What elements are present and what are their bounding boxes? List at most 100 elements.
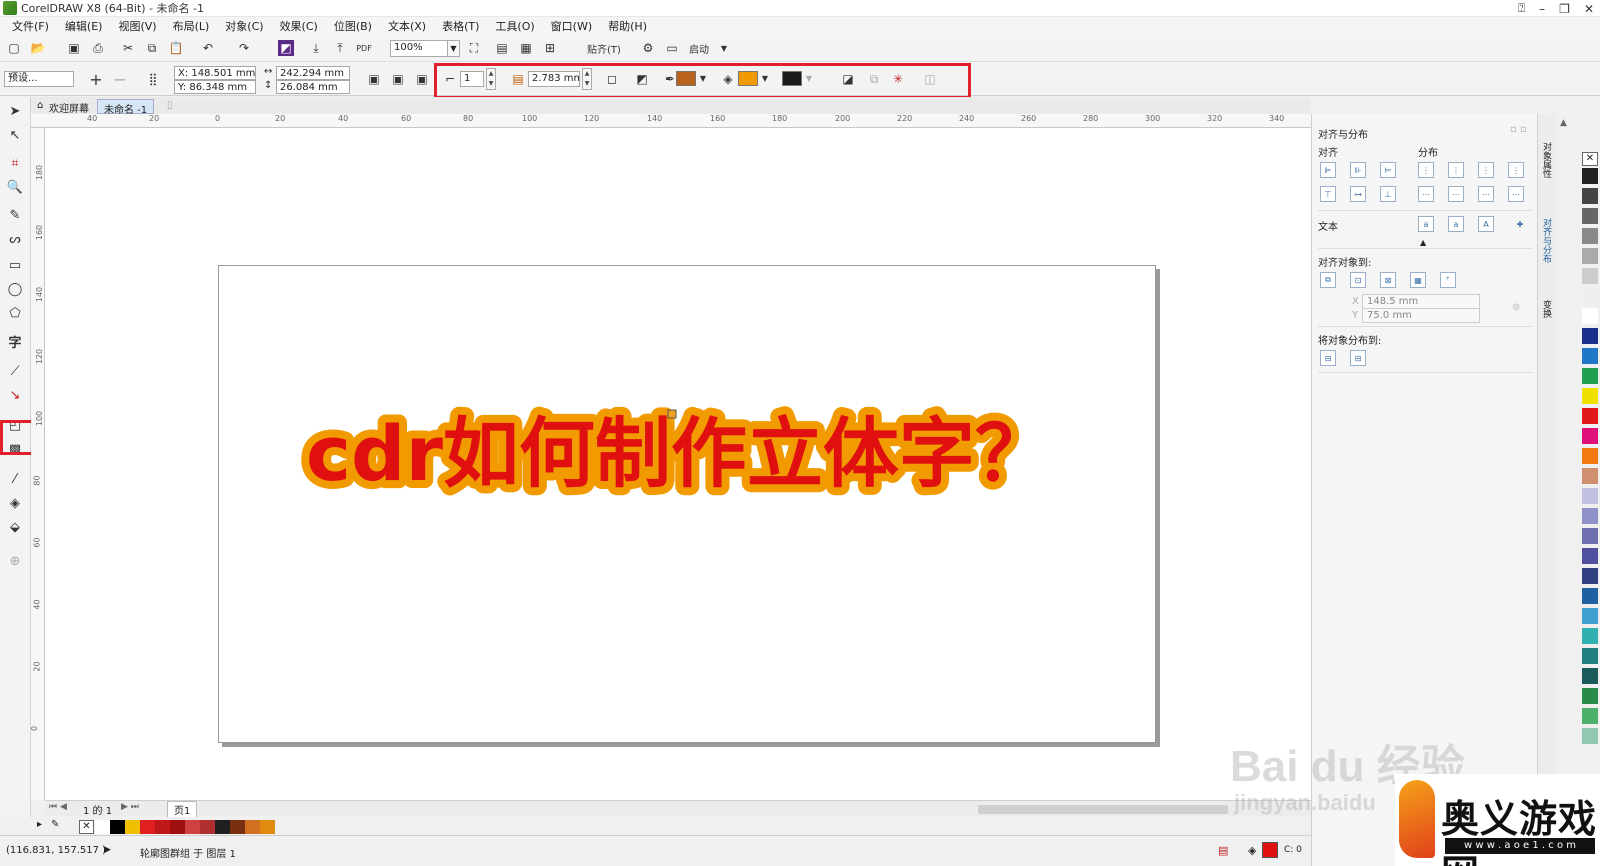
show-guidelines-icon[interactable]: ⊞ xyxy=(542,40,558,56)
palette-swatch[interactable] xyxy=(1582,268,1598,284)
menu-effects[interactable]: 效果(C) xyxy=(272,18,326,34)
connector-tool-icon[interactable]: ↘ xyxy=(5,385,25,405)
palette-swatch[interactable] xyxy=(170,820,185,834)
tab-welcome-screen[interactable]: 欢迎屏幕 xyxy=(43,99,95,115)
palette-swatch[interactable] xyxy=(1582,288,1598,304)
palette-swatch[interactable] xyxy=(1582,168,1598,184)
freehand-tool-icon[interactable]: ✎ xyxy=(5,205,25,225)
menu-tools[interactable]: 工具(O) xyxy=(487,18,542,34)
polygon-tool-icon[interactable]: ⬠ xyxy=(5,303,25,323)
parallel-dimension-tool-icon[interactable]: ⟋ xyxy=(5,361,25,381)
distribute-to-selection-icon[interactable]: ⊟ xyxy=(1320,350,1336,366)
palette-swatch[interactable] xyxy=(155,820,170,834)
distribute-spacing-h-icon[interactable]: ⋮ xyxy=(1508,162,1524,178)
launch-dropdown-arrow[interactable]: ▼ xyxy=(716,40,732,56)
crop-tool-icon[interactable]: ⌗ xyxy=(5,153,25,173)
show-rulers-icon[interactable]: ▤ xyxy=(494,40,510,56)
palette-swatch[interactable] xyxy=(140,820,155,834)
align-y-field[interactable]: 75.0 mm xyxy=(1362,308,1480,323)
add-guide-icon[interactable]: ✚ xyxy=(1512,216,1528,232)
palette-swatch[interactable] xyxy=(1582,568,1598,584)
first-page-button[interactable]: ⏮ ◀ xyxy=(49,802,67,812)
menu-edit[interactable]: 编辑(E) xyxy=(57,18,111,34)
import-icon[interactable]: ⤓ xyxy=(308,40,324,56)
color-proof-icon[interactable]: ▤ xyxy=(1218,844,1228,857)
palette-swatch[interactable] xyxy=(1582,668,1598,684)
menu-text[interactable]: 文本(X) xyxy=(380,18,434,34)
align-to-page-center-icon[interactable]: ⊠ xyxy=(1380,272,1396,288)
distribute-top-icon[interactable]: ⋯ xyxy=(1418,186,1434,202)
minimize-button[interactable]: – xyxy=(1539,2,1545,16)
palette-swatch[interactable] xyxy=(1582,208,1598,224)
menu-view[interactable]: 视图(V) xyxy=(110,18,164,34)
horizontal-scrollbar[interactable] xyxy=(978,805,1228,814)
x-position-field[interactable]: X: 148.501 mm xyxy=(174,66,256,80)
align-bottom-icon[interactable]: ⊥ xyxy=(1380,186,1396,202)
no-color-swatch[interactable]: ✕ xyxy=(79,820,94,834)
tab-object-properties[interactable]: 对象属性 xyxy=(1540,142,1553,178)
palette-swatch[interactable] xyxy=(1582,448,1598,464)
text-last-baseline-icon[interactable]: a xyxy=(1448,216,1464,232)
full-screen-icon[interactable]: ⛶ xyxy=(466,40,482,56)
text-bounding-box-icon[interactable]: A xyxy=(1478,216,1494,232)
launch-label[interactable]: 启动 xyxy=(684,40,714,56)
palette-swatch[interactable] xyxy=(245,820,260,834)
menu-table[interactable]: 表格(T) xyxy=(434,18,487,34)
publish-pdf-icon[interactable]: PDF xyxy=(356,40,372,56)
menu-bitmaps[interactable]: 位图(B) xyxy=(326,18,380,34)
palette-swatch[interactable] xyxy=(1582,468,1598,484)
menu-object[interactable]: 对象(C) xyxy=(217,18,271,34)
palette-swatch[interactable] xyxy=(1582,228,1598,244)
menu-file[interactable]: 文件(F) xyxy=(4,18,57,34)
zoom-level-input[interactable]: 100% xyxy=(390,40,448,57)
palette-swatch[interactable] xyxy=(1582,368,1598,384)
interactive-fill-tool-icon[interactable]: ◈ xyxy=(5,493,25,513)
help-icon[interactable]: ⍰ xyxy=(1518,1,1525,16)
palette-swatch[interactable] xyxy=(125,820,140,834)
palette-menu-icon[interactable]: ▸ xyxy=(37,819,42,830)
palette-swatch[interactable] xyxy=(1582,428,1598,444)
object-origin-icon[interactable]: ⣿ xyxy=(145,71,161,87)
palette-swatch[interactable] xyxy=(1582,628,1598,644)
open-icon[interactable]: 📂 xyxy=(30,40,46,56)
y-position-field[interactable]: Y: 86.348 mm xyxy=(174,80,256,94)
pick-tool-icon[interactable]: ➤ xyxy=(5,101,25,121)
page-tab[interactable]: 页1 xyxy=(167,801,198,818)
palette-swatch[interactable] xyxy=(1582,328,1598,344)
distribute-center-icon[interactable]: ⋮ xyxy=(1448,162,1464,178)
contour-to-center-icon[interactable]: ▣ xyxy=(366,71,382,87)
palette-swatch[interactable] xyxy=(260,820,275,834)
contoured-headline-text[interactable]: cdr如何制作立体字？ cdr如何制作立体字？ xyxy=(300,402,1080,512)
fill-color-indicator[interactable] xyxy=(1262,842,1278,858)
launch-app-icon[interactable]: ▭ xyxy=(664,40,680,56)
palette-swatch[interactable] xyxy=(215,820,230,834)
rectangle-tool-icon[interactable]: ▭ xyxy=(5,255,25,275)
paste-icon[interactable]: 📋 xyxy=(168,40,184,56)
preset-dropdown[interactable]: 预设... xyxy=(4,71,74,87)
align-right-icon[interactable]: ⊨ xyxy=(1380,162,1396,178)
align-top-icon[interactable]: ⊤ xyxy=(1320,186,1336,202)
export-icon[interactable]: ⤒ xyxy=(332,40,348,56)
docker-pin-icon[interactable]: ▫ ▫ xyxy=(1510,124,1527,135)
height-field[interactable]: 26.084 mm xyxy=(276,80,350,94)
distribute-spacing-v-icon[interactable]: ⋯ xyxy=(1508,186,1524,202)
align-left-icon[interactable]: ⊫ xyxy=(1320,162,1336,178)
palette-swatch[interactable] xyxy=(1582,408,1598,424)
search-content-icon[interactable]: ◩ xyxy=(278,40,294,56)
next-page-button[interactable]: ▶ ⏭ xyxy=(121,802,139,812)
show-grid-icon[interactable]: ▦ xyxy=(518,40,534,56)
menu-window[interactable]: 窗口(W) xyxy=(543,18,600,34)
status-expand-icon[interactable]: ▶ xyxy=(104,845,111,855)
palette-swatch[interactable] xyxy=(200,820,215,834)
collapse-arrow-icon[interactable]: ▲ xyxy=(1420,238,1426,247)
align-to-active-objects-icon[interactable]: ⧉ xyxy=(1320,272,1336,288)
align-center-horizontal-icon[interactable]: ⊪ xyxy=(1350,162,1366,178)
align-center-vertical-icon[interactable]: ⊶ xyxy=(1350,186,1366,202)
palette-swatch[interactable] xyxy=(1582,388,1598,404)
palette-swatch[interactable] xyxy=(1582,308,1598,324)
align-to-point-icon[interactable]: ⌜ xyxy=(1440,272,1456,288)
contour-handle[interactable] xyxy=(667,409,677,419)
eyedropper-tool-icon[interactable]: ⁄ xyxy=(5,469,25,489)
eyedropper-icon[interactable]: ✎ xyxy=(51,819,59,830)
text-tool-icon[interactable]: 字 xyxy=(5,331,25,351)
